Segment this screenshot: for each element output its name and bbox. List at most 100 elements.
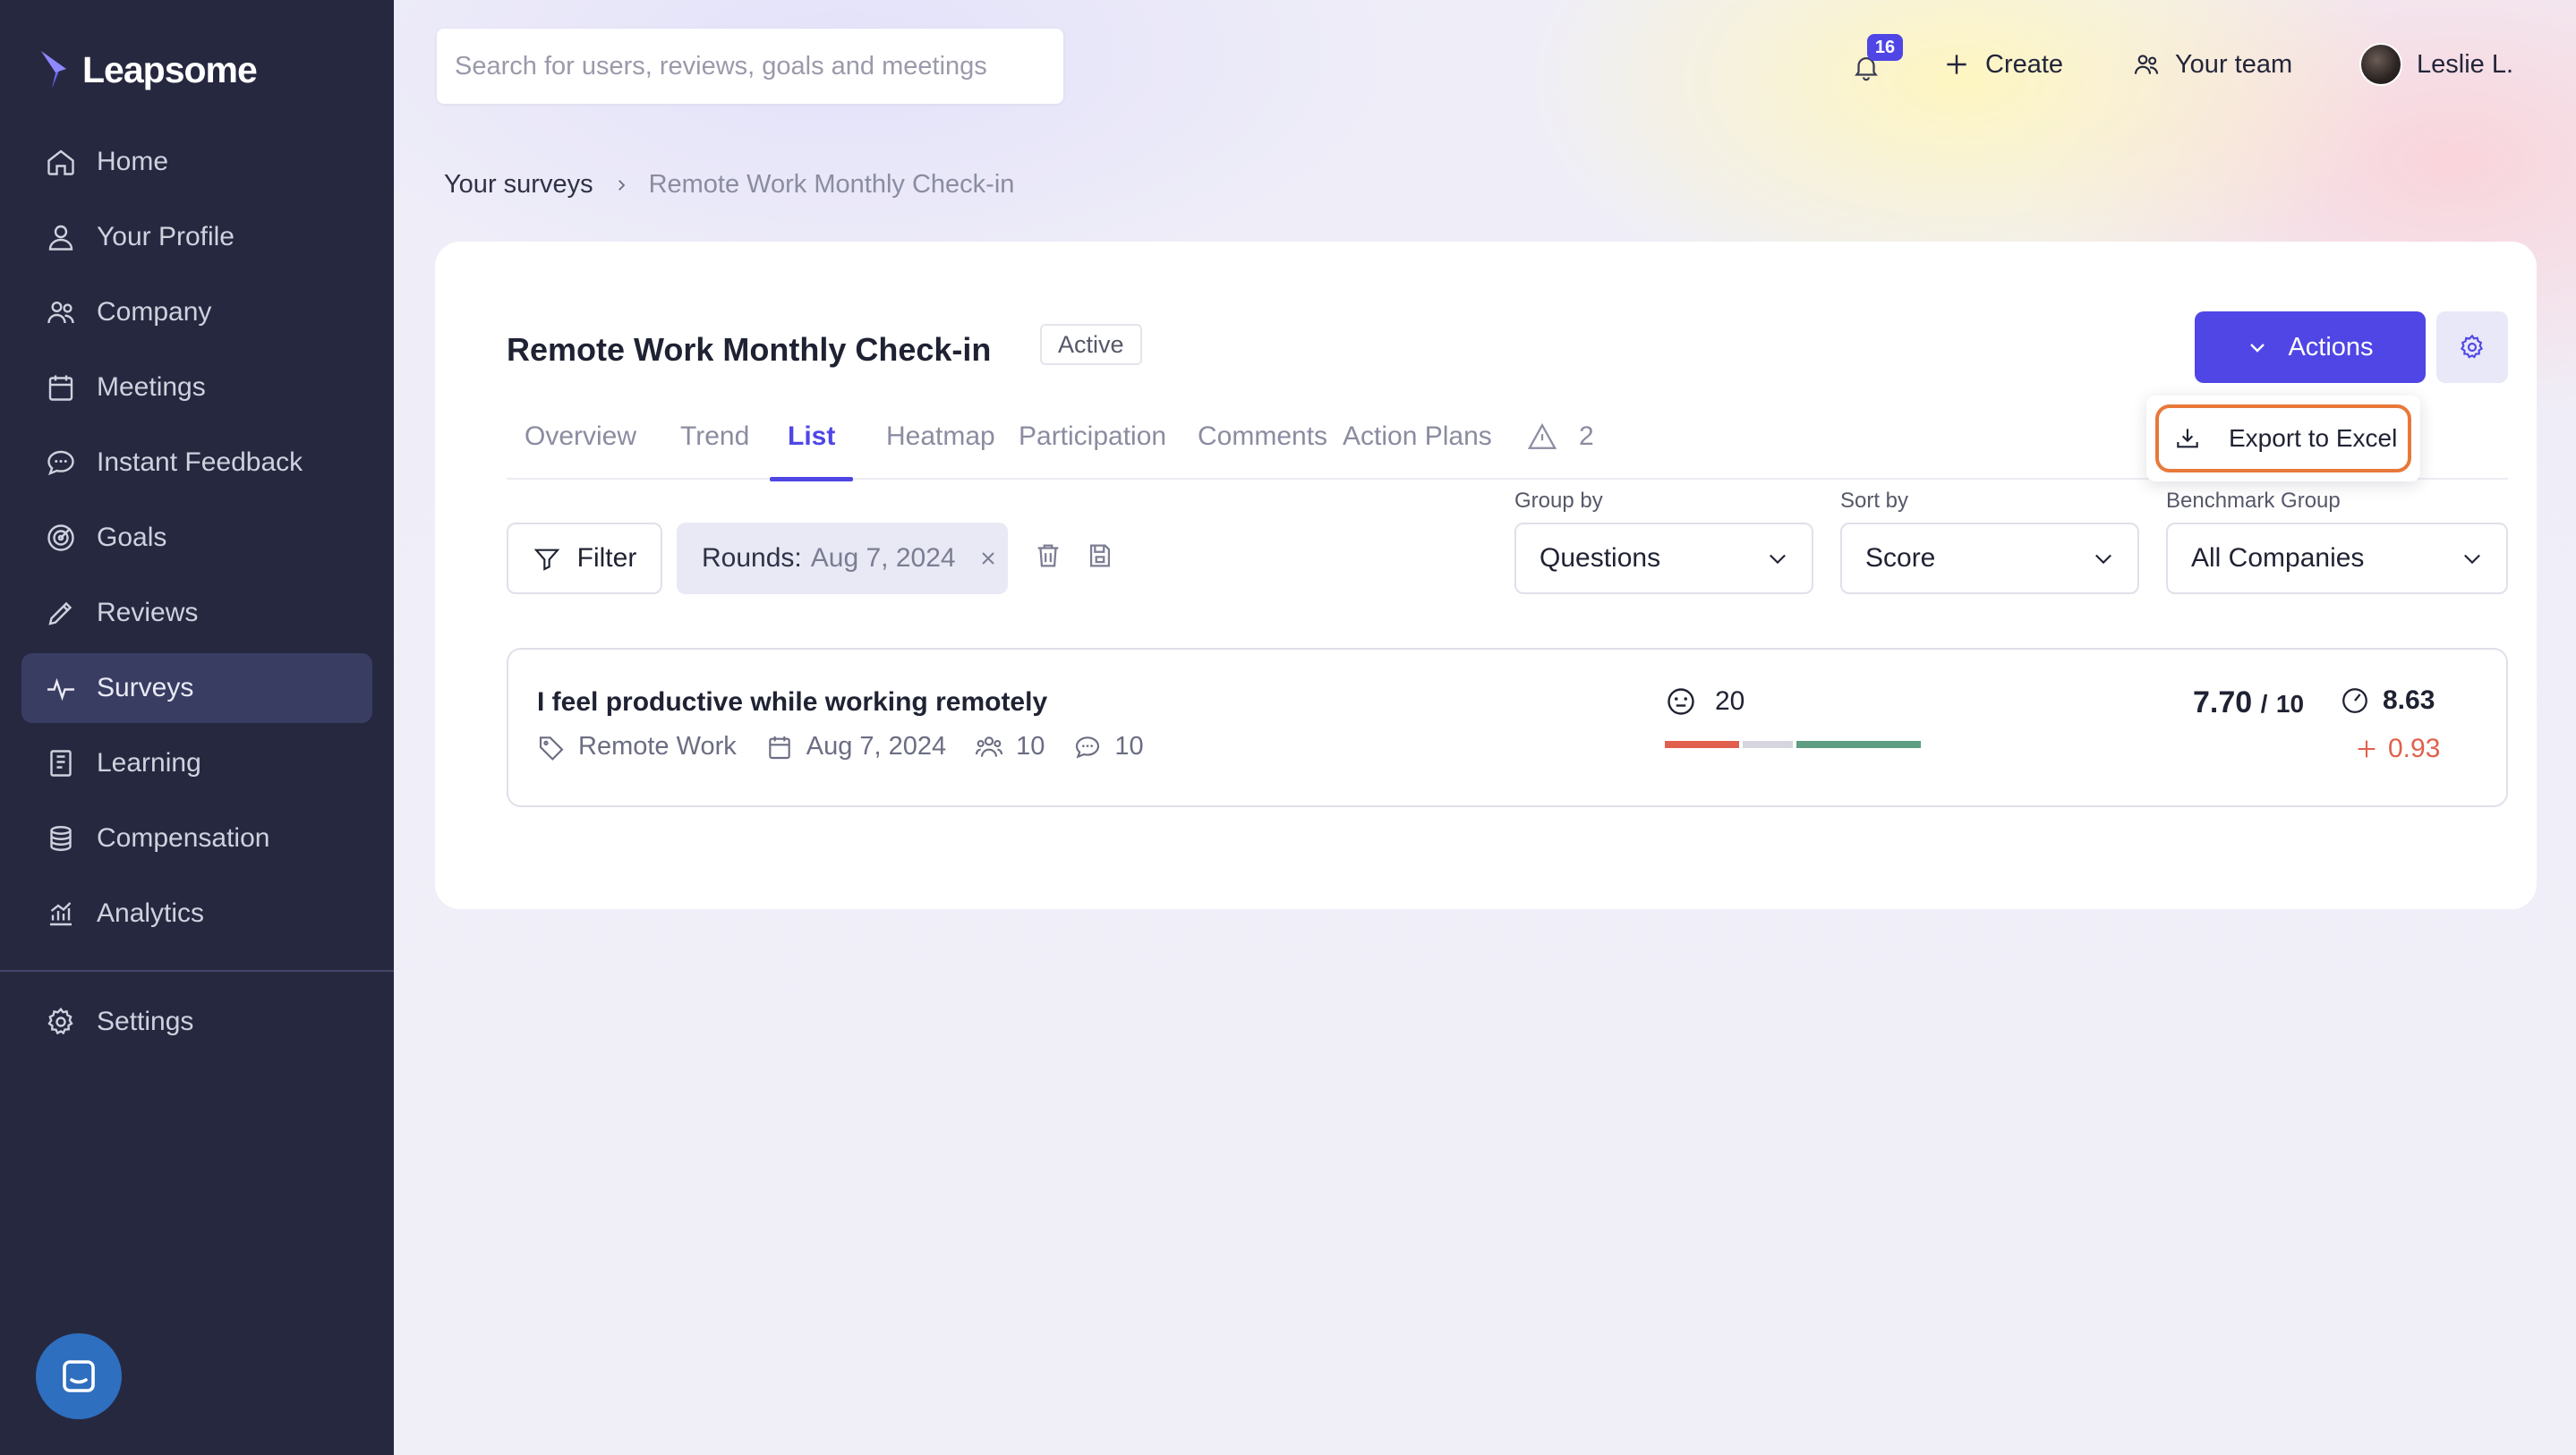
comments-meta: 10 — [1073, 732, 1144, 762]
notifications-button[interactable]: 16 — [1840, 34, 1903, 88]
book-icon — [50, 750, 72, 777]
question-row[interactable]: I feel productive while working remotely… — [507, 648, 2508, 807]
sidebar-item-meetings[interactable]: Meetings — [21, 353, 372, 422]
delta-value: 0.93 — [2388, 734, 2441, 763]
date-text: Aug 7, 2024 — [806, 732, 947, 761]
sidebar-item-company[interactable]: Company — [21, 277, 372, 347]
tab-list[interactable]: List — [769, 394, 854, 481]
benchmark-group-select[interactable]: All Companies — [2166, 523, 2508, 594]
main-content: 16 Create Your team Leslie L. Your surve… — [394, 0, 2576, 1455]
group-by-select[interactable]: Questions — [1514, 523, 1813, 594]
download-icon — [2177, 429, 2198, 448]
group-by-value: Questions — [1540, 543, 1661, 573]
benchmark-value: 8.63 — [2383, 685, 2435, 715]
coins-icon — [50, 826, 72, 851]
chevron-down-icon — [2250, 344, 2265, 353]
create-button[interactable]: Create — [1942, 38, 2063, 91]
actions-button[interactable]: Actions — [2195, 311, 2426, 383]
plus-icon — [1947, 55, 1966, 74]
question-text: I feel productive while working remotely — [537, 687, 1048, 717]
leapsome-logo-icon — [41, 51, 66, 89]
sidebar-item-goals[interactable]: Goals — [21, 503, 372, 573]
tab-trend[interactable]: Trend — [680, 394, 749, 480]
sort-by-value: Score — [1865, 543, 1936, 573]
sidebar-item-your-profile[interactable]: Your Profile — [21, 202, 372, 272]
sidebar-item-label: Company — [97, 297, 212, 327]
support-chat-icon — [63, 1360, 95, 1392]
filter-icon — [533, 549, 560, 571]
leapsome-logo[interactable]: Leapsome — [39, 45, 258, 95]
actions-label: Actions — [2288, 332, 2374, 362]
sidebar-item-label: Meetings — [97, 372, 206, 402]
sidebar-item-settings[interactable]: Settings — [21, 987, 372, 1057]
chip-label: Rounds: — [702, 543, 802, 573]
your-team-button[interactable]: Your team — [2132, 38, 2292, 91]
tab-action-plans[interactable]: Action Plans — [1343, 394, 1492, 480]
question-score: 7.70 / 10 — [2193, 685, 2304, 720]
filter-button[interactable]: Filter — [507, 523, 662, 594]
sidebar-divider — [0, 970, 394, 972]
sidebar-item-analytics[interactable]: Analytics — [21, 879, 372, 949]
category-text: Remote Work — [578, 732, 737, 761]
breadcrumb-your-surveys[interactable]: Your surveys — [444, 170, 593, 200]
chevron-down-icon — [2095, 554, 2111, 565]
export-to-excel-item[interactable]: Export to Excel — [2155, 404, 2411, 472]
tab-heatmap[interactable]: Heatmap — [886, 394, 995, 480]
participants-meta: 10 — [975, 732, 1045, 762]
create-label: Create — [1985, 49, 2064, 79]
chevron-right-icon — [618, 179, 625, 191]
support-chat-button[interactable] — [36, 1333, 122, 1419]
sort-by-select[interactable]: Score — [1840, 523, 2139, 594]
answer-distribution-bar — [1665, 741, 1921, 748]
close-icon[interactable] — [977, 548, 999, 569]
tag-icon — [539, 736, 564, 761]
warning-icon — [1527, 422, 1557, 449]
sidebar-item-label: Surveys — [97, 673, 194, 702]
sidebar-item-learning[interactable]: Learning — [21, 728, 372, 798]
team-icon — [2134, 55, 2159, 74]
gear-icon — [47, 1007, 73, 1035]
sidebar-item-reviews[interactable]: Reviews — [21, 578, 372, 648]
sidebar-item-surveys[interactable]: Surveys — [21, 653, 372, 723]
actions-dropdown: Export to Excel — [2146, 396, 2420, 481]
user-menu[interactable]: Leslie L. — [2359, 38, 2513, 91]
tab-comments[interactable]: Comments — [1198, 394, 1327, 480]
sidebar-item-label: Instant Feedback — [97, 447, 303, 477]
score-max: 10 — [2275, 690, 2305, 718]
sidebar-item-label: Reviews — [97, 598, 199, 627]
people-icon — [976, 736, 1003, 757]
breadcrumb: Your surveys Remote Work Monthly Check-i… — [444, 170, 1014, 200]
delete-filter-button[interactable] — [1033, 540, 1069, 576]
benchmark-delta: 0.93 — [2354, 734, 2440, 764]
tab-participation[interactable]: Participation — [1019, 394, 1166, 480]
logo-text: Leapsome — [82, 48, 258, 90]
sidebar-item-label: Goals — [97, 523, 167, 552]
tab-warnings[interactable]: 2 — [1527, 394, 1594, 480]
plus-icon — [2358, 740, 2376, 758]
save-filter-button[interactable] — [1085, 540, 1121, 576]
pencil-icon — [48, 601, 73, 625]
sidebar-item-instant-feedback[interactable]: Instant Feedback — [21, 428, 372, 498]
participants-count: 10 — [1016, 732, 1045, 761]
benchmark-group-label: Benchmark Group — [2166, 489, 2341, 513]
your-team-label: Your team — [2175, 49, 2293, 79]
sidebar: Leapsome Home Your Profile Company Meeti… — [0, 0, 394, 1455]
question-meta: Remote Work Aug 7, 2024 10 10 — [537, 732, 1173, 762]
tab-overview[interactable]: Overview — [525, 394, 636, 480]
search-input[interactable] — [437, 29, 1063, 104]
survey-settings-button[interactable] — [2436, 311, 2508, 383]
chat-icon — [47, 450, 74, 476]
pulse-icon — [47, 677, 74, 702]
gauge-icon — [2342, 688, 2367, 713]
sidebar-item-home[interactable]: Home — [21, 127, 372, 197]
rounds-filter-chip[interactable]: Rounds: Aug 7, 2024 — [677, 523, 1008, 594]
user-icon — [48, 225, 73, 251]
benchmark-score: 8.63 — [2340, 685, 2435, 716]
sidebar-item-compensation[interactable]: Compensation — [21, 804, 372, 873]
distribution-segment — [1665, 741, 1739, 748]
distribution-segment — [1743, 741, 1793, 748]
home-icon — [47, 149, 74, 175]
sidebar-item-label: Learning — [97, 748, 201, 778]
user-name: Leslie L. — [2417, 49, 2514, 79]
notification-count-badge: 16 — [1867, 34, 1903, 61]
